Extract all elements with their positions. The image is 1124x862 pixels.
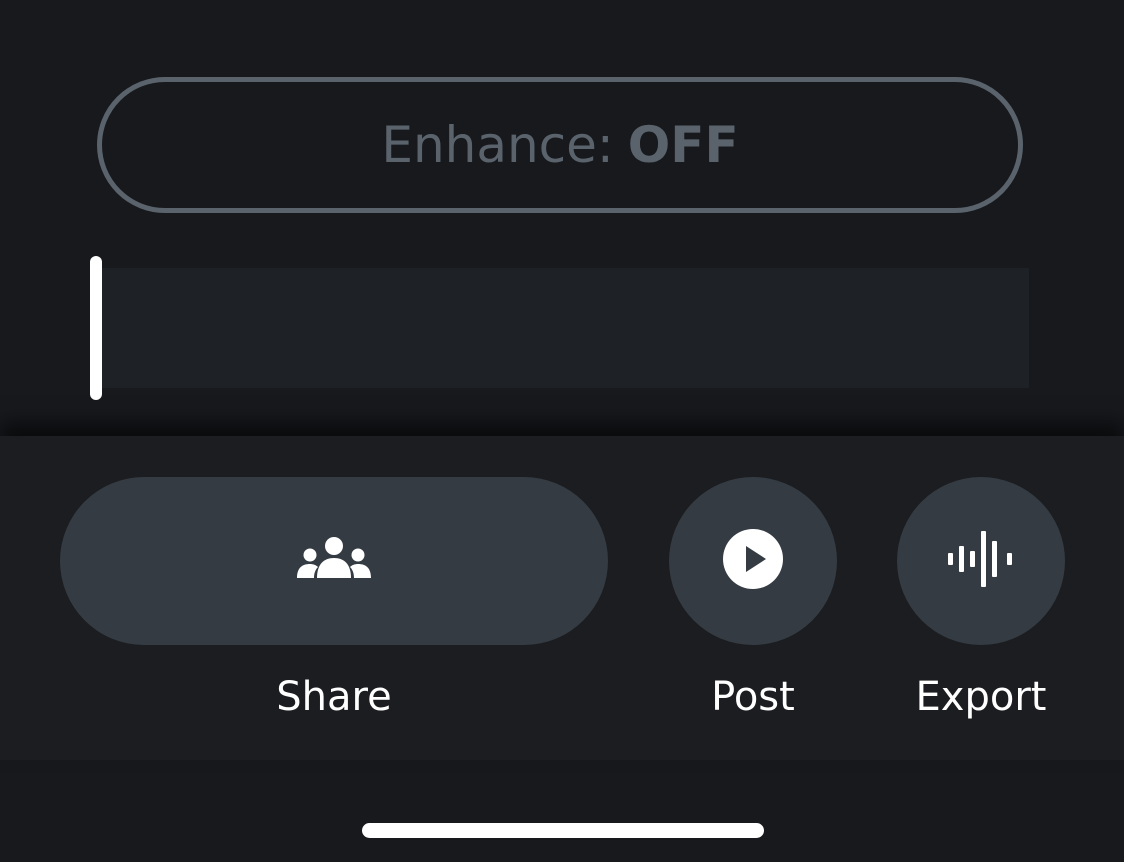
play-circle-icon [722,528,784,594]
export-button[interactable] [897,477,1065,645]
export-label: Export [915,674,1047,720]
share-button[interactable] [60,477,608,645]
enhance-toggle[interactable]: Enhance: OFF [97,77,1023,213]
waveform-track[interactable] [102,268,1029,388]
audio-waveform-icon [946,531,1016,591]
enhance-label: Enhance: [381,116,614,174]
export-action: Export [897,477,1065,725]
share-action: Share [60,477,608,725]
home-indicator[interactable] [362,823,764,838]
people-group-icon [296,536,372,586]
post-action: Post [669,477,837,725]
share-label: Share [276,674,392,720]
post-button[interactable] [669,477,837,645]
recorder-screen: Enhance: OFF Share Post Export [0,0,1124,862]
post-label: Post [711,674,795,720]
action-panel: Share Post Export [0,436,1124,760]
playhead-handle[interactable] [90,256,102,400]
enhance-state: OFF [627,116,739,174]
